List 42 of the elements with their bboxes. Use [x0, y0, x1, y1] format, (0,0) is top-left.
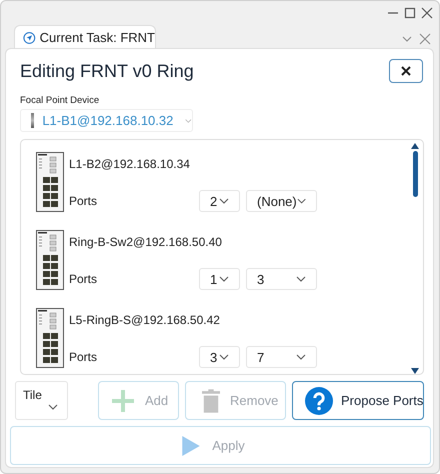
ports-label: Ports: [69, 350, 98, 364]
chevron-down-icon: [219, 276, 229, 282]
chevron-down-icon: [48, 404, 58, 410]
device-name: L5-RingB-S@192.168.50.42: [69, 313, 221, 327]
chevron-down-icon: [296, 354, 306, 360]
port-dropdown[interactable]: 2: [199, 190, 240, 212]
port-dropdown[interactable]: 3: [199, 346, 240, 368]
close-icon[interactable]: [419, 33, 431, 45]
close-icon[interactable]: [421, 7, 433, 19]
plus-icon: [111, 388, 135, 412]
field-label: Focal Point Device: [20, 95, 100, 106]
layout-dropdown[interactable]: Tile: [15, 381, 68, 420]
device-dropdown[interactable]: L1-B1@192.168.10.32: [20, 109, 193, 132]
device-name: L1-B2@192.168.10.34: [69, 157, 191, 171]
port-dropdown[interactable]: (None): [246, 190, 317, 212]
chevron-down-icon: [185, 118, 192, 124]
switch-icon: [36, 230, 64, 290]
switch-icon: [31, 113, 34, 128]
propose-button[interactable]: Propose Ports: [292, 381, 424, 420]
chevron-down-icon: [219, 354, 229, 360]
scroll-up-icon[interactable]: [411, 143, 419, 149]
chevron-down-icon: [296, 198, 306, 204]
chevron-down-icon: [296, 276, 306, 282]
scroll-down-icon[interactable]: [411, 368, 419, 374]
port-dropdown[interactable]: 1: [199, 268, 240, 290]
port-dropdown[interactable]: 7: [246, 346, 317, 368]
play-icon: [182, 436, 200, 456]
panel-title: Editing FRNT v0 Ring: [19, 60, 194, 82]
port-dropdown[interactable]: 3: [246, 268, 317, 290]
close-button[interactable]: [389, 59, 423, 83]
maximize-icon[interactable]: [404, 7, 416, 19]
chevron-down-icon: [219, 198, 229, 204]
close-icon: [400, 65, 412, 77]
navigation-icon: [23, 30, 36, 46]
tab[interactable]: Current Task: FRNT: [14, 25, 156, 49]
question-icon: [305, 386, 333, 414]
ports-label: Ports: [69, 272, 98, 286]
device-name: Ring-B-Sw2@192.168.50.40: [69, 235, 223, 249]
trash-icon: [202, 388, 220, 412]
ports-label: Ports: [69, 194, 98, 208]
switch-icon: [36, 308, 64, 368]
switch-icon: [36, 152, 64, 212]
